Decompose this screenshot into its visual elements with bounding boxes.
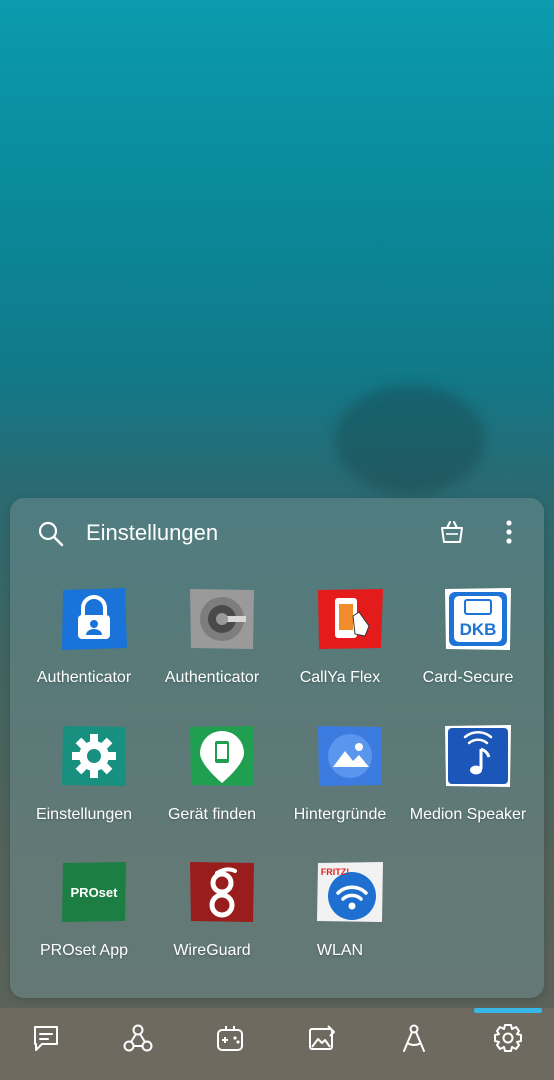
app-wlan[interactable]: FRITZ! WLAN [276,849,404,969]
fritz-logo-text: FRITZ! [321,867,350,877]
app-label: WireGuard [173,942,251,959]
settings-icon[interactable] [492,1022,524,1054]
proset-app-icon: PROset [62,862,126,922]
app-authenticator-google[interactable]: Authenticator [148,576,276,696]
folder-header: Einstellungen [10,498,544,568]
app-label: Authenticator [36,669,132,686]
app-label: Card-Secure [422,669,514,686]
wallpapers-icon [318,726,382,786]
fritz-wlan-icon: FRITZ! [317,862,383,922]
app-einstellungen[interactable]: Einstellungen [20,713,148,833]
app-label: CallYa Flex [299,669,381,686]
dkb-card-secure-icon: DKB [445,588,511,650]
share-nodes-icon[interactable] [122,1022,154,1054]
game-controller-icon[interactable] [214,1022,246,1054]
microsoft-authenticator-icon [62,588,127,650]
app-callya-flex[interactable]: CallYa Flex [276,576,404,696]
gallery-edit-icon[interactable] [306,1022,338,1054]
app-label: Einstellungen [35,806,133,823]
app-label: WLAN [316,942,364,959]
app-label: Authenticator [164,669,260,686]
folder-title[interactable]: Einstellungen [86,519,218,547]
medion-speaker-icon [445,725,511,787]
messages-icon[interactable] [30,1022,62,1054]
google-authenticator-icon [190,589,254,649]
compass-tool-icon[interactable] [398,1022,430,1054]
callya-flex-icon [318,589,383,649]
app-proset[interactable]: PROset PROset App [20,849,148,969]
app-label: PROset App [39,942,129,959]
app-label: Gerät finden [167,806,257,823]
settings-gear-icon [62,726,126,786]
app-label: Medion Speaker [409,806,527,823]
app-hintergruende[interactable]: Hintergründe [276,713,404,833]
app-authenticator-microsoft[interactable]: Authenticator [20,576,148,696]
app-label: Hintergründe [293,806,387,823]
app-medion-speaker[interactable]: Medion Speaker [404,713,532,833]
wallpaper-turtle [335,385,485,495]
app-card-secure[interactable]: DKB Card-Secure [404,576,532,696]
wireguard-icon [190,862,254,922]
app-folder: Einstellungen Authenticator Authenticato… [10,498,544,998]
app-geraet-finden[interactable]: Gerät finden [148,713,276,833]
app-wireguard[interactable]: WireGuard [148,849,276,969]
dock [0,1008,554,1080]
proset-logo-text: PROset [71,885,119,900]
dkb-logo-text: DKB [460,620,497,639]
dock-active-indicator [474,1008,542,1013]
shopping-bag-icon[interactable] [438,518,466,546]
find-device-icon [190,726,254,786]
search-icon[interactable] [37,520,65,548]
more-vertical-icon[interactable] [495,518,523,546]
